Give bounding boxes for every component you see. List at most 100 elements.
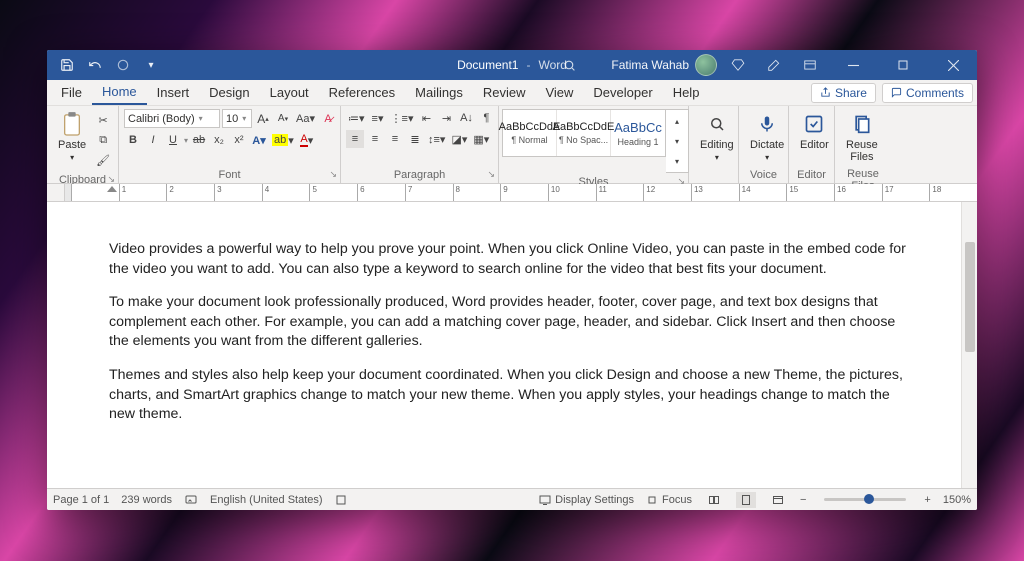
- macro-icon[interactable]: [335, 494, 347, 506]
- editor-button[interactable]: Editor: [794, 109, 835, 153]
- style-nospacing[interactable]: AaBbCcDdE¶ No Spac...: [557, 110, 611, 156]
- increase-indent-icon[interactable]: ⇥: [437, 109, 455, 127]
- style-heading1[interactable]: AaBbCcHeading 1: [611, 110, 665, 156]
- read-mode-icon[interactable]: [704, 492, 724, 508]
- paste-label: Paste: [58, 139, 86, 151]
- italic-button[interactable]: I: [144, 131, 162, 149]
- styles-down-icon[interactable]: ▾: [668, 132, 686, 150]
- save-icon[interactable]: [55, 53, 79, 77]
- paragraph[interactable]: Themes and styles also help keep your do…: [109, 366, 915, 425]
- horizontal-ruler[interactable]: 123456789101112131415161718: [47, 184, 977, 202]
- word-count[interactable]: 239 words: [121, 494, 172, 506]
- highlight-icon[interactable]: ab▾: [270, 131, 296, 149]
- grow-font-icon[interactable]: A▴: [254, 110, 272, 128]
- change-case-icon[interactable]: Aa▾: [294, 110, 317, 128]
- share-button[interactable]: Share: [811, 83, 876, 103]
- qat-customize-icon[interactable]: ▾: [139, 53, 163, 77]
- redo-icon[interactable]: [111, 53, 135, 77]
- wand-icon[interactable]: [759, 50, 789, 80]
- paragraph[interactable]: To make your document look professionall…: [109, 293, 915, 352]
- status-bar: Page 1 of 1 239 words English (United St…: [47, 488, 977, 510]
- tab-layout[interactable]: Layout: [260, 81, 319, 104]
- group-clipboard: Paste ▾ ✂ ⧉ 🖌 Clipboard↘: [47, 106, 119, 183]
- font-name-select[interactable]: Calibri (Body)▾: [124, 109, 220, 128]
- decrease-indent-icon[interactable]: ⇤: [417, 109, 435, 127]
- chevron-down-icon[interactable]: ▾: [184, 136, 188, 145]
- scrollbar-thumb[interactable]: [965, 242, 975, 352]
- zoom-slider[interactable]: [824, 498, 906, 501]
- font-color-icon[interactable]: A▾: [298, 131, 316, 149]
- dialog-launcher-icon[interactable]: ↘: [487, 169, 495, 180]
- ribbon-display-icon[interactable]: [795, 50, 825, 80]
- zoom-out-button[interactable]: −: [800, 494, 806, 506]
- maximize-button[interactable]: [881, 50, 925, 80]
- editing-button[interactable]: Editing▾: [694, 109, 740, 164]
- tab-review[interactable]: Review: [473, 81, 536, 104]
- minimize-button[interactable]: [831, 50, 875, 80]
- share-label: Share: [835, 86, 867, 100]
- tab-mailings[interactable]: Mailings: [405, 81, 473, 104]
- tab-help[interactable]: Help: [663, 81, 710, 104]
- tab-home[interactable]: Home: [92, 80, 147, 105]
- user-area: Fatima Wahab: [611, 50, 977, 80]
- paste-button[interactable]: Paste ▾: [52, 109, 92, 164]
- spellcheck-icon[interactable]: [184, 494, 198, 506]
- focus-button[interactable]: Focus: [646, 494, 692, 506]
- format-painter-icon[interactable]: 🖌: [94, 151, 112, 169]
- bold-button[interactable]: B: [124, 131, 142, 149]
- tab-design[interactable]: Design: [199, 81, 259, 104]
- avatar[interactable]: [695, 54, 717, 76]
- tab-developer[interactable]: Developer: [583, 81, 662, 104]
- superscript-button[interactable]: x²: [230, 131, 248, 149]
- borders-icon[interactable]: ▦▾: [471, 130, 491, 148]
- tab-insert[interactable]: Insert: [147, 81, 200, 104]
- shading-icon[interactable]: ◪▾: [449, 130, 469, 148]
- strike-button[interactable]: ab: [190, 131, 208, 149]
- align-left-icon[interactable]: ≡: [346, 130, 364, 148]
- styles-more-icon[interactable]: ▾: [668, 152, 686, 170]
- paragraph[interactable]: Video provides a powerful way to help yo…: [109, 240, 915, 279]
- align-right-icon[interactable]: ≡: [386, 130, 404, 148]
- underline-button[interactable]: U: [164, 131, 182, 149]
- copy-icon[interactable]: ⧉: [94, 131, 112, 149]
- tab-file[interactable]: File: [51, 81, 92, 104]
- align-center-icon[interactable]: ≡: [366, 130, 384, 148]
- undo-icon[interactable]: [83, 53, 107, 77]
- comments-button[interactable]: Comments: [882, 83, 973, 103]
- reuse-files-button[interactable]: Reuse Files: [840, 109, 884, 165]
- bullets-icon[interactable]: ≔▾: [346, 109, 367, 127]
- zoom-in-button[interactable]: +: [924, 494, 930, 506]
- styles-up-icon[interactable]: ▴: [668, 112, 686, 130]
- subscript-button[interactable]: x₂: [210, 131, 228, 149]
- numbering-icon[interactable]: ≡▾: [369, 109, 387, 127]
- zoom-level[interactable]: 150%: [943, 494, 971, 506]
- document-body[interactable]: Video provides a powerful way to help yo…: [47, 202, 977, 425]
- dictate-button[interactable]: Dictate▾: [744, 109, 790, 164]
- clear-format-icon[interactable]: A̷: [319, 110, 337, 128]
- sort-icon[interactable]: A↓: [457, 109, 475, 127]
- print-layout-icon[interactable]: [736, 492, 756, 508]
- tab-view[interactable]: View: [535, 81, 583, 104]
- close-button[interactable]: [931, 50, 975, 80]
- style-normal[interactable]: AaBbCcDdE¶ Normal: [503, 110, 557, 156]
- page-indicator[interactable]: Page 1 of 1: [53, 494, 109, 506]
- search-icon[interactable]: [559, 54, 581, 76]
- vertical-scrollbar[interactable]: [961, 202, 977, 488]
- language-indicator[interactable]: English (United States): [210, 494, 323, 506]
- line-spacing-icon[interactable]: ↕≡▾: [426, 130, 447, 148]
- show-marks-icon[interactable]: ¶: [477, 109, 495, 127]
- tab-references[interactable]: References: [319, 81, 405, 104]
- shrink-font-icon[interactable]: A▾: [274, 110, 292, 128]
- web-layout-icon[interactable]: [768, 492, 788, 508]
- cut-icon[interactable]: ✂: [94, 111, 112, 129]
- document-area[interactable]: Video provides a powerful way to help yo…: [47, 202, 977, 488]
- multilevel-icon[interactable]: ⋮≡▾: [389, 109, 416, 127]
- text-effects-icon[interactable]: A▾: [250, 131, 268, 149]
- diamond-icon[interactable]: [723, 50, 753, 80]
- justify-icon[interactable]: ≣: [406, 130, 424, 148]
- dialog-launcher-icon[interactable]: ↘: [329, 169, 337, 180]
- files-icon: [849, 111, 875, 137]
- styles-gallery[interactable]: AaBbCcDdE¶ Normal AaBbCcDdE¶ No Spac... …: [502, 109, 666, 157]
- font-size-select[interactable]: 10▾: [222, 109, 252, 128]
- display-settings-button[interactable]: Display Settings: [539, 494, 634, 506]
